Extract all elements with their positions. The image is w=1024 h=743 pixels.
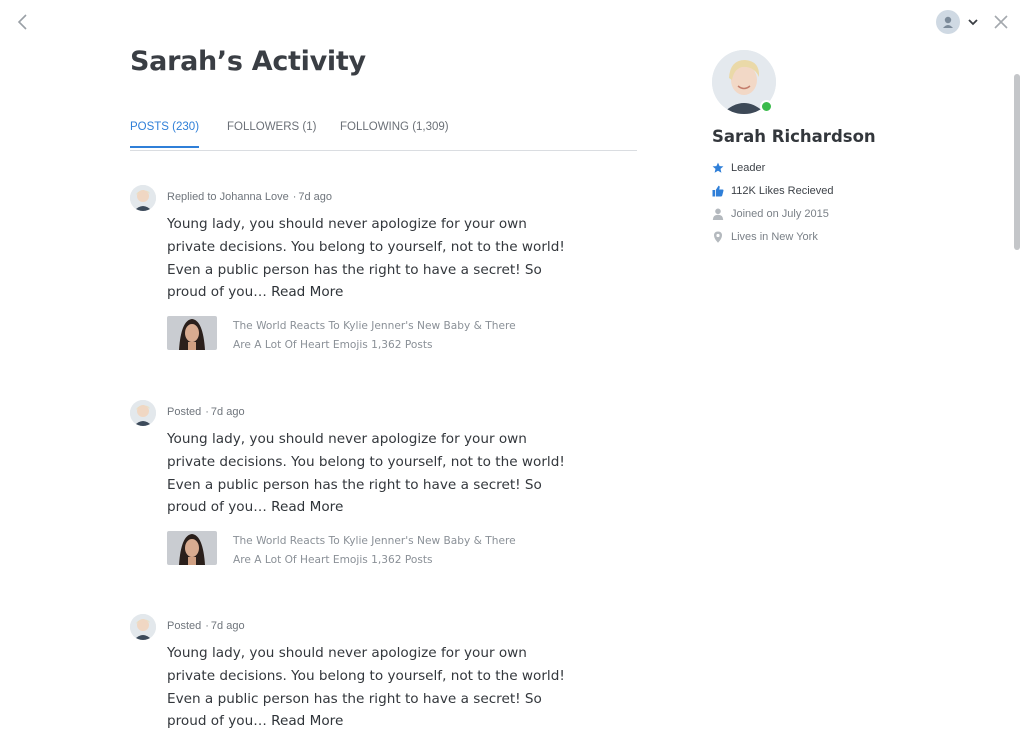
star-icon xyxy=(712,162,724,174)
post-meta: Posted · 7d ago xyxy=(167,620,245,632)
activity-window: Sarah’s Activity POSTS (230) FOLLOWERS (… xyxy=(0,0,1024,743)
post-author-avatar[interactable] xyxy=(130,185,156,211)
read-more-link[interactable]: Read More xyxy=(271,499,343,515)
post-meta: Posted · 7d ago xyxy=(167,406,245,418)
location-pin-icon xyxy=(712,231,724,243)
post-action: Posted xyxy=(167,620,202,632)
post-action: Posted xyxy=(167,406,202,418)
article-text: The World Reacts To Kylie Jenner's New B… xyxy=(233,317,533,354)
read-more-link[interactable]: Read More xyxy=(271,713,343,729)
profile-info-text: Joined on July 2015 xyxy=(731,207,829,220)
scrollbar[interactable] xyxy=(1013,70,1021,738)
profile-info-leader: Leader xyxy=(712,156,834,179)
post-action: Replied to Johanna Love xyxy=(167,191,289,203)
profile-info-location: Lives in New York xyxy=(712,225,834,248)
chevron-down-icon xyxy=(968,19,978,26)
tab-followers[interactable]: FOLLOWERS (1) xyxy=(227,121,316,146)
article-text: The World Reacts To Kylie Jenner's New B… xyxy=(233,532,533,569)
tab-following[interactable]: FOLLOWING (1,309) xyxy=(340,121,449,146)
post-time: 7d ago xyxy=(210,620,245,632)
scrollbar-thumb[interactable] xyxy=(1014,74,1020,250)
tab-posts[interactable]: POSTS (230) xyxy=(130,121,200,148)
article-thumbnail xyxy=(167,316,217,350)
linked-article-card[interactable]: The World Reacts To Kylie Jenner's New B… xyxy=(167,531,587,571)
article-thumbnail xyxy=(167,531,217,565)
account-avatar[interactable] xyxy=(936,10,960,34)
user-avatar-icon xyxy=(130,185,156,211)
user-avatar-icon xyxy=(130,614,156,640)
profile-info-text: Leader xyxy=(731,161,766,174)
post-text: Young lady, you should never apologize f… xyxy=(167,216,565,301)
profile-info-text: 112K Likes Recieved xyxy=(731,184,834,197)
post-time: 7d ago xyxy=(210,406,245,418)
page-title: Sarah’s Activity xyxy=(130,46,366,77)
post-author-avatar[interactable] xyxy=(130,614,156,640)
user-avatar-icon xyxy=(130,400,156,426)
post-body: Young lady, you should never apologize f… xyxy=(167,213,567,304)
article-post-count: 1,362 Posts xyxy=(371,553,433,566)
post-body: Young lady, you should never apologize f… xyxy=(167,642,567,733)
activity-tabs: POSTS (230) FOLLOWERS (1) FOLLOWING (1,3… xyxy=(130,112,637,151)
post-body: Young lady, you should never apologize f… xyxy=(167,428,567,519)
profile-info-joined: Joined on July 2015 xyxy=(712,202,834,225)
profile-info-likes: 112K Likes Recieved xyxy=(712,179,834,202)
account-menu-button[interactable] xyxy=(966,15,980,29)
thumbs-up-icon xyxy=(712,185,724,197)
profile-info-list: Leader 112K Likes Recieved Joined on Jul… xyxy=(712,156,834,248)
linked-article-card[interactable]: The World Reacts To Kylie Jenner's New B… xyxy=(167,316,587,356)
post-time: 7d ago xyxy=(298,191,333,203)
close-icon xyxy=(994,15,1008,29)
post-text: Young lady, you should never apologize f… xyxy=(167,431,565,516)
chevron-left-icon xyxy=(17,14,27,30)
post-author-avatar[interactable] xyxy=(130,400,156,426)
person-icon xyxy=(712,208,724,220)
article-post-count: 1,362 Posts xyxy=(371,338,433,351)
read-more-link[interactable]: Read More xyxy=(271,284,343,300)
online-status-indicator xyxy=(760,100,773,113)
window-controls xyxy=(936,10,1010,34)
back-button[interactable] xyxy=(13,12,33,32)
close-button[interactable] xyxy=(992,13,1010,31)
post-text: Young lady, you should never apologize f… xyxy=(167,645,565,730)
post-meta: Replied to Johanna Love · 7d ago xyxy=(167,191,333,203)
profile-name: Sarah Richardson xyxy=(712,127,876,146)
user-avatar-icon xyxy=(943,16,953,28)
profile-info-text: Lives in New York xyxy=(731,230,818,243)
